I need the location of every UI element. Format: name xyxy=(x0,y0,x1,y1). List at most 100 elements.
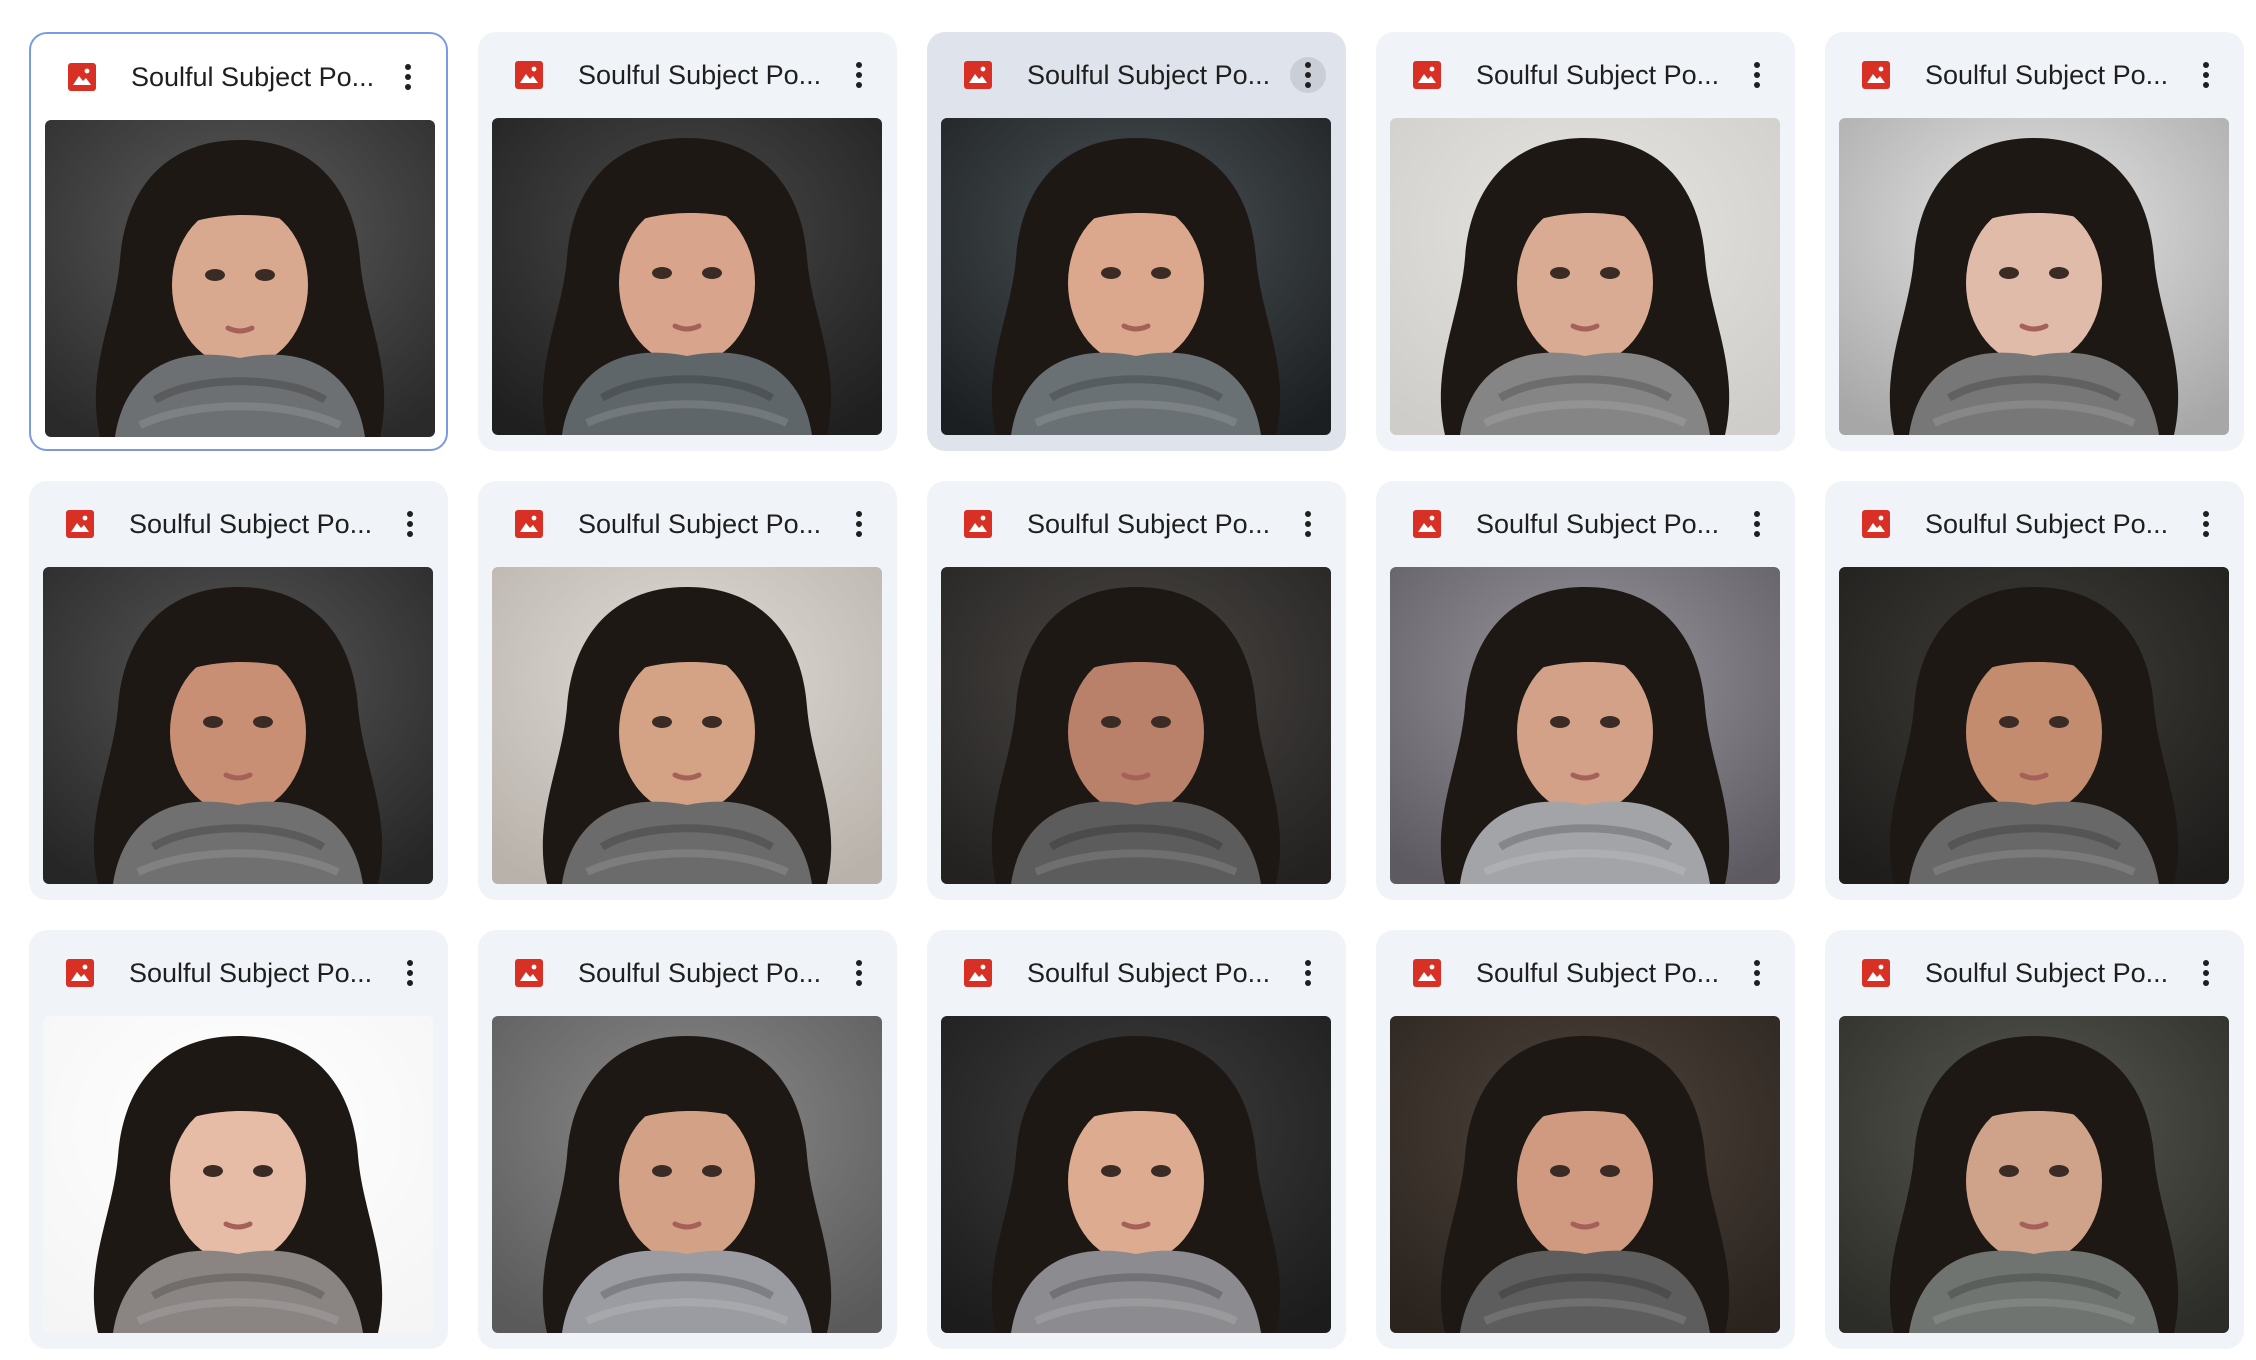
file-title: Soulful Subject Po... xyxy=(129,509,373,539)
file-card-header: Soulful Subject Po... xyxy=(29,930,448,1015)
file-card-header: Soulful Subject Po... xyxy=(1825,32,2244,117)
file-grid: Soulful Subject Po... Soulful Subject Po… xyxy=(29,32,2244,1349)
image-file-icon xyxy=(1411,508,1443,540)
image-file-icon xyxy=(1860,957,1892,989)
portrait-image xyxy=(492,567,882,884)
file-card-header: Soulful Subject Po... xyxy=(927,930,1346,1015)
more-actions-button[interactable] xyxy=(2188,57,2224,93)
file-card-13[interactable]: Soulful Subject Po... xyxy=(927,930,1346,1349)
more-actions-button[interactable] xyxy=(1290,57,1326,93)
more-actions-button[interactable] xyxy=(841,57,877,93)
file-thumbnail[interactable] xyxy=(1839,118,2229,435)
file-card-header: Soulful Subject Po... xyxy=(1825,930,2244,1015)
more-actions-button[interactable] xyxy=(392,506,428,542)
image-file-icon xyxy=(1860,508,1892,540)
more-actions-button[interactable] xyxy=(392,955,428,991)
file-card-15[interactable]: Soulful Subject Po... xyxy=(1825,930,2244,1349)
more-vert-icon xyxy=(856,62,862,88)
portrait-image xyxy=(1390,567,1780,884)
image-file-icon xyxy=(1411,59,1443,91)
file-thumbnail[interactable] xyxy=(43,567,433,884)
file-thumbnail[interactable] xyxy=(1390,567,1780,884)
more-vert-icon xyxy=(2203,62,2209,88)
image-file-icon xyxy=(962,957,994,989)
portrait-image xyxy=(1839,1016,2229,1333)
more-vert-icon xyxy=(2203,960,2209,986)
file-card-14[interactable]: Soulful Subject Po... xyxy=(1376,930,1795,1349)
file-card-9[interactable]: Soulful Subject Po... xyxy=(1376,481,1795,900)
file-card-1[interactable]: Soulful Subject Po... xyxy=(29,32,448,451)
file-card-5[interactable]: Soulful Subject Po... xyxy=(1825,32,2244,451)
file-title: Soulful Subject Po... xyxy=(1476,958,1720,988)
file-title: Soulful Subject Po... xyxy=(1925,509,2169,539)
file-card-6[interactable]: Soulful Subject Po... xyxy=(29,481,448,900)
file-thumbnail[interactable] xyxy=(1390,118,1780,435)
file-card-11[interactable]: Soulful Subject Po... xyxy=(29,930,448,1349)
file-title: Soulful Subject Po... xyxy=(129,958,373,988)
file-card-8[interactable]: Soulful Subject Po... xyxy=(927,481,1346,900)
portrait-image xyxy=(43,1016,433,1333)
file-thumbnail[interactable] xyxy=(45,120,435,437)
portrait-image xyxy=(492,1016,882,1333)
image-file-icon xyxy=(1411,957,1443,989)
more-actions-button[interactable] xyxy=(841,955,877,991)
portrait-image xyxy=(1390,118,1780,435)
file-title: Soulful Subject Po... xyxy=(1925,958,2169,988)
file-title: Soulful Subject Po... xyxy=(1027,509,1271,539)
file-title: Soulful Subject Po... xyxy=(578,509,822,539)
more-vert-icon xyxy=(1754,62,1760,88)
image-file-icon xyxy=(64,508,96,540)
file-thumbnail[interactable] xyxy=(492,1016,882,1333)
more-actions-button[interactable] xyxy=(1739,506,1775,542)
more-vert-icon xyxy=(1754,960,1760,986)
more-actions-button[interactable] xyxy=(1739,57,1775,93)
file-thumbnail[interactable] xyxy=(43,1016,433,1333)
file-card-header: Soulful Subject Po... xyxy=(478,930,897,1015)
more-vert-icon xyxy=(407,960,413,986)
image-file-icon xyxy=(962,508,994,540)
more-actions-button[interactable] xyxy=(841,506,877,542)
image-file-icon xyxy=(513,59,545,91)
image-file-icon xyxy=(1860,59,1892,91)
more-vert-icon xyxy=(1305,511,1311,537)
file-card-4[interactable]: Soulful Subject Po... xyxy=(1376,32,1795,451)
more-actions-button[interactable] xyxy=(1290,955,1326,991)
file-title: Soulful Subject Po... xyxy=(578,60,822,90)
file-card-2[interactable]: Soulful Subject Po... xyxy=(478,32,897,451)
file-card-10[interactable]: Soulful Subject Po... xyxy=(1825,481,2244,900)
file-thumbnail[interactable] xyxy=(492,567,882,884)
file-title: Soulful Subject Po... xyxy=(578,958,822,988)
more-actions-button[interactable] xyxy=(2188,506,2224,542)
file-title: Soulful Subject Po... xyxy=(1925,60,2169,90)
file-thumbnail[interactable] xyxy=(1839,1016,2229,1333)
file-card-7[interactable]: Soulful Subject Po... xyxy=(478,481,897,900)
file-title: Soulful Subject Po... xyxy=(131,62,375,92)
portrait-image xyxy=(1839,567,2229,884)
file-card-header: Soulful Subject Po... xyxy=(927,481,1346,566)
file-card-header: Soulful Subject Po... xyxy=(478,32,897,117)
file-card-header: Soulful Subject Po... xyxy=(1376,930,1795,1015)
more-vert-icon xyxy=(856,511,862,537)
more-actions-button[interactable] xyxy=(1739,955,1775,991)
more-actions-button[interactable] xyxy=(390,59,426,95)
file-card-header: Soulful Subject Po... xyxy=(29,481,448,566)
file-thumbnail[interactable] xyxy=(492,118,882,435)
file-thumbnail[interactable] xyxy=(941,1016,1331,1333)
portrait-image xyxy=(941,1016,1331,1333)
portrait-image xyxy=(1390,1016,1780,1333)
image-file-icon xyxy=(513,957,545,989)
file-thumbnail[interactable] xyxy=(1390,1016,1780,1333)
more-vert-icon xyxy=(405,64,411,90)
file-card-header: Soulful Subject Po... xyxy=(1376,481,1795,566)
file-card-3[interactable]: Soulful Subject Po... xyxy=(927,32,1346,451)
file-thumbnail[interactable] xyxy=(941,118,1331,435)
more-actions-button[interactable] xyxy=(1290,506,1326,542)
file-card-header: Soulful Subject Po... xyxy=(927,32,1346,117)
more-vert-icon xyxy=(856,960,862,986)
file-thumbnail[interactable] xyxy=(1839,567,2229,884)
file-thumbnail[interactable] xyxy=(941,567,1331,884)
more-actions-button[interactable] xyxy=(2188,955,2224,991)
more-vert-icon xyxy=(407,511,413,537)
file-card-12[interactable]: Soulful Subject Po... xyxy=(478,930,897,1349)
portrait-image xyxy=(45,120,435,437)
